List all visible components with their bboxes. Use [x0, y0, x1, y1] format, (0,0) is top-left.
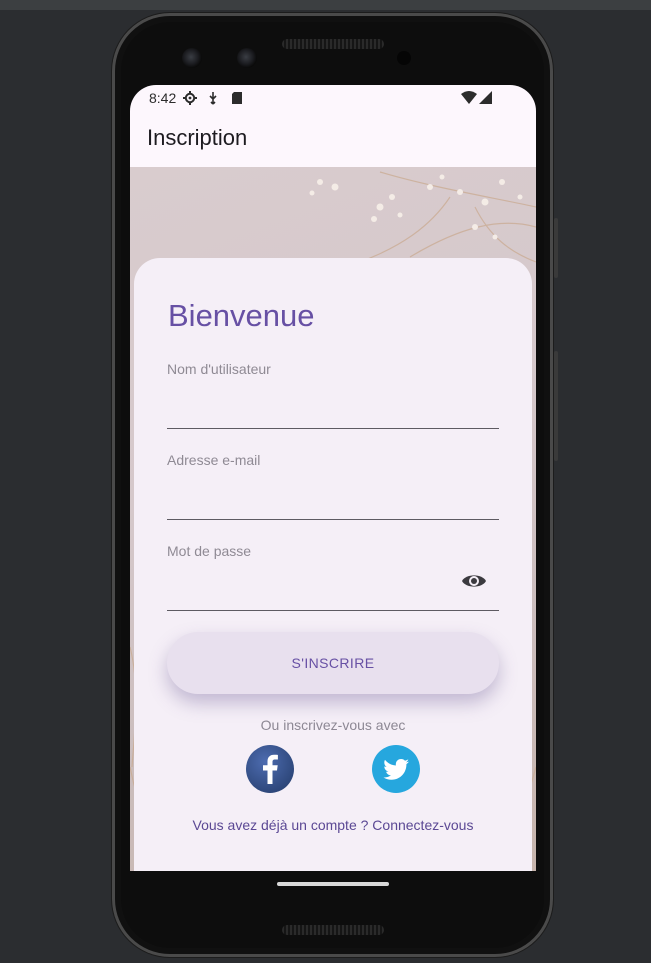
password-label: Mot de passe: [167, 543, 252, 559]
ide-top-strip: [0, 0, 651, 10]
usb-icon: [208, 91, 218, 108]
twitter-button[interactable]: [372, 745, 420, 793]
login-link[interactable]: Vous avez déjà un compte ? Connectez-vou…: [134, 817, 532, 833]
alt-signup-text: Ou inscrivez-vous avec: [260, 717, 406, 733]
sd-card-icon: [231, 91, 243, 108]
power-button: [554, 218, 558, 278]
front-camera-icon: [237, 48, 257, 68]
wifi-icon: [461, 91, 477, 107]
phone-screen: 8:42 Inscription Bienvenue Nom d'utilisa…: [130, 85, 536, 871]
username-input[interactable]: [167, 385, 457, 419]
top-speaker: [282, 39, 384, 49]
status-time: 8:42: [149, 90, 177, 106]
facebook-button[interactable]: [246, 745, 294, 793]
email-label: Adresse e-mail: [167, 452, 261, 468]
username-field[interactable]: Nom d'utilisateur: [167, 361, 499, 429]
front-camera-icon: [182, 48, 202, 68]
email-field[interactable]: Adresse e-mail: [167, 452, 499, 520]
twitter-icon: [372, 745, 420, 793]
page-title: Inscription: [147, 125, 248, 150]
status-bar: 8:42: [130, 85, 536, 111]
username-label: Nom d'utilisateur: [167, 361, 271, 377]
email-input[interactable]: [167, 476, 457, 510]
email-underline: [167, 519, 499, 520]
eye-icon[interactable]: [461, 570, 487, 592]
password-input[interactable]: [167, 567, 457, 601]
bottom-speaker: [282, 925, 384, 935]
settings-icon: [183, 91, 197, 108]
app-bar: Inscription: [130, 111, 536, 167]
signup-button[interactable]: S'INSCRIRE: [167, 632, 499, 694]
volume-button: [554, 351, 558, 461]
password-field[interactable]: Mot de passe: [167, 543, 499, 611]
facebook-icon: [246, 745, 294, 793]
username-underline: [167, 428, 499, 429]
proximity-sensor: [397, 51, 411, 65]
welcome-heading: Bienvenue: [168, 298, 315, 333]
signup-card: Bienvenue Nom d'utilisateur Adresse e-ma…: [134, 258, 532, 871]
home-indicator[interactable]: [277, 882, 389, 886]
password-underline: [167, 610, 499, 611]
signal-icon: [479, 91, 492, 107]
